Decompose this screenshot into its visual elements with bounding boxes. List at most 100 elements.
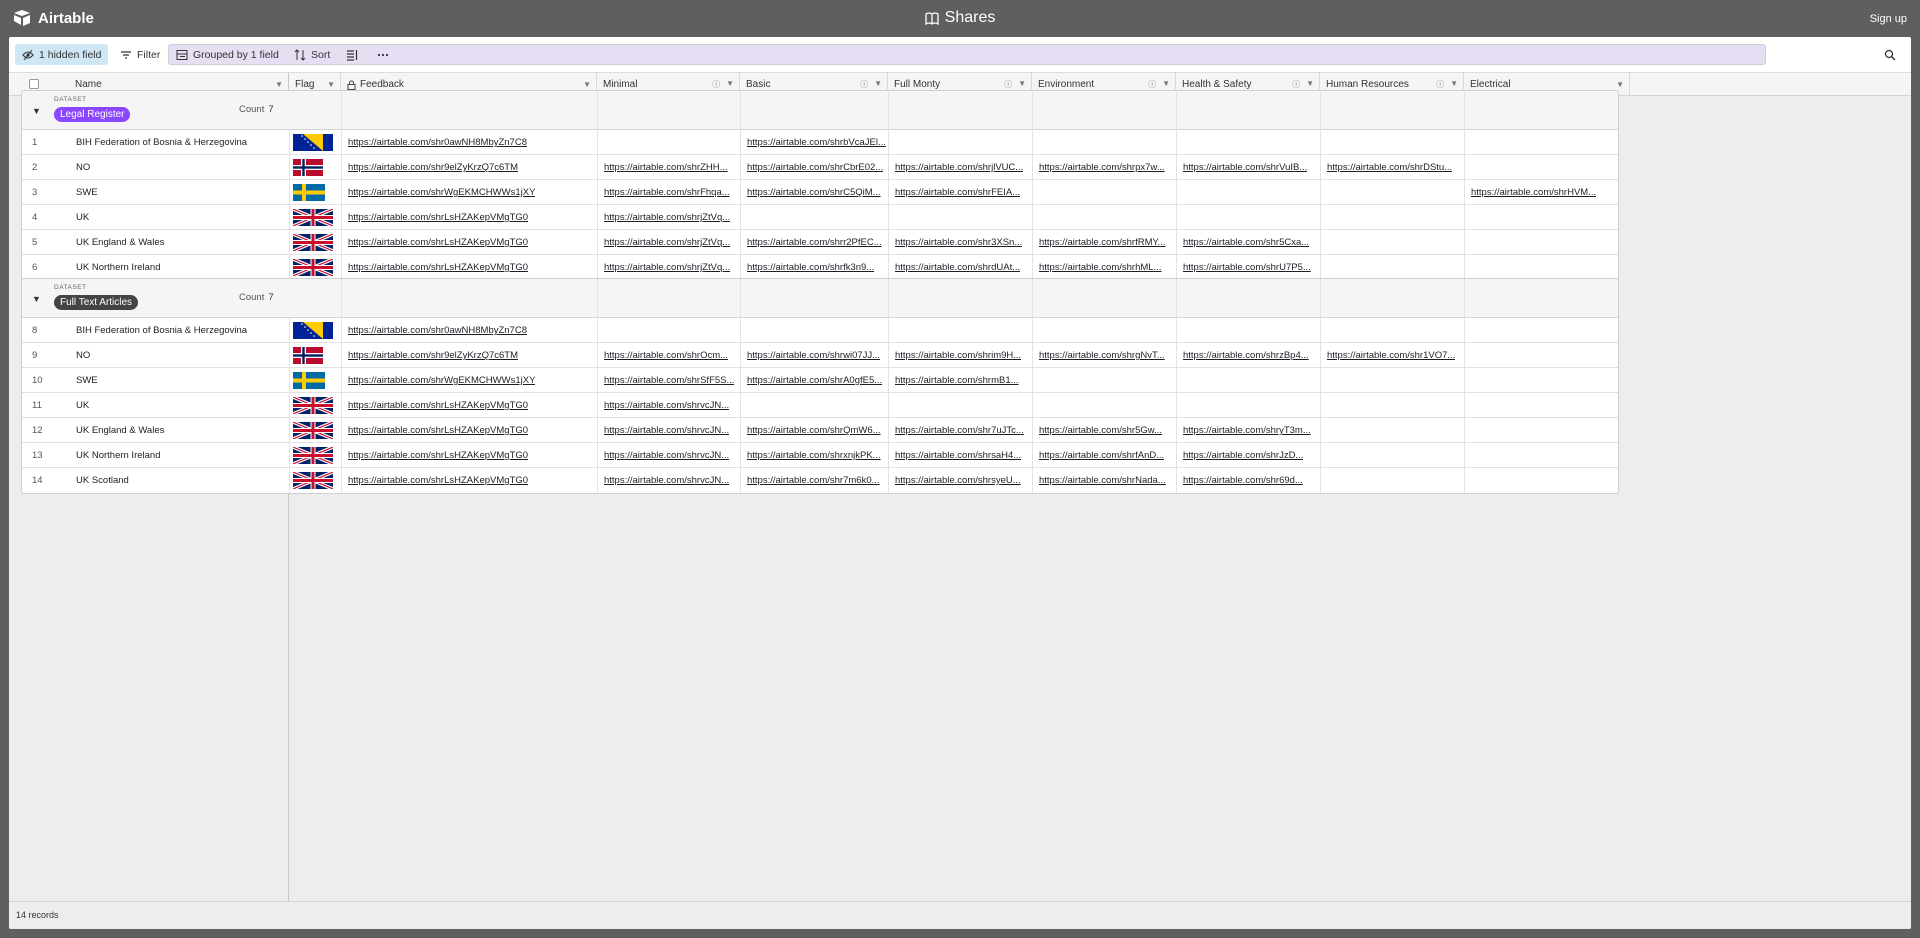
share-link[interactable]: https://airtable.com/shr0awNH8MbyZn7C8 (348, 325, 527, 336)
flag-cell[interactable] (290, 393, 342, 418)
electrical-cell[interactable] (1465, 318, 1618, 343)
share-link[interactable]: https://airtable.com/shr9elZyKrzQ7c6TM (348, 162, 518, 173)
share-link[interactable]: https://airtable.com/shrOcm... (604, 350, 728, 361)
share-link[interactable]: https://airtable.com/shr7m6k0... (747, 475, 880, 486)
share-link[interactable]: https://airtable.com/shrjlVUC... (895, 162, 1023, 173)
share-link[interactable]: https://airtable.com/shrdUAt... (895, 262, 1020, 273)
electrical-cell[interactable] (1465, 393, 1618, 418)
info-icon[interactable]: ⓘ (712, 79, 720, 90)
environment-cell[interactable] (1033, 368, 1177, 393)
share-link[interactable]: https://airtable.com/shrVuIB... (1183, 162, 1307, 173)
environment-cell[interactable] (1033, 180, 1177, 205)
human-resources-cell[interactable] (1321, 468, 1465, 493)
human-resources-cell[interactable] (1321, 443, 1465, 468)
minimal-cell[interactable]: https://airtable.com/shrjZtVq... (598, 230, 741, 255)
human-resources-cell[interactable] (1321, 230, 1465, 255)
share-link[interactable]: https://airtable.com/shrfk3n9... (747, 262, 874, 273)
share-link[interactable]: https://airtable.com/shrZHH... (604, 162, 728, 173)
share-link[interactable]: https://airtable.com/shrQmW6... (747, 425, 881, 436)
full-monty-cell[interactable] (889, 205, 1033, 230)
chevron-down-icon[interactable]: ▼ (874, 79, 882, 90)
share-link[interactable]: https://airtable.com/shrFhqa... (604, 187, 730, 198)
feedback-cell[interactable]: https://airtable.com/shrLsHZAKepVMgTG0 (342, 418, 598, 443)
name-cell[interactable]: BIH Federation of Bosnia & Herzegovina (70, 318, 290, 343)
info-icon[interactable]: ⓘ (1004, 79, 1012, 90)
environment-cell[interactable]: https://airtable.com/shr5Gw... (1033, 418, 1177, 443)
minimal-cell[interactable]: https://airtable.com/shrSfF5S... (598, 368, 741, 393)
share-link[interactable]: https://airtable.com/shrjZtVq... (604, 237, 730, 248)
share-link[interactable]: https://airtable.com/shrU7P5... (1183, 262, 1311, 273)
hidden-fields-button[interactable]: 1 hidden field (15, 44, 109, 65)
share-link[interactable]: https://airtable.com/shrLsHZAKepVMgTG0 (348, 262, 528, 273)
chevron-down-icon[interactable]: ▼ (275, 80, 283, 89)
full-monty-cell[interactable]: https://airtable.com/shr7uJTc... (889, 418, 1033, 443)
share-link[interactable]: https://airtable.com/shryT3m... (1183, 425, 1311, 436)
electrical-cell[interactable] (1465, 130, 1618, 155)
electrical-cell[interactable] (1465, 343, 1618, 368)
table-row[interactable]: 5 UK England & Wales https://airtable.com/… (22, 230, 1618, 255)
human-resources-cell[interactable] (1321, 130, 1465, 155)
share-link[interactable]: https://airtable.com/shrzBp4... (1183, 350, 1309, 361)
table-row[interactable]: 12 UK England & Wales https://airtable.com… (22, 418, 1618, 443)
chevron-down-icon[interactable]: ▼ (1018, 79, 1026, 90)
info-icon[interactable]: ⓘ (1148, 79, 1156, 90)
share-link[interactable]: https://airtable.com/shr1VO7... (1327, 350, 1455, 361)
chevron-down-icon[interactable]: ▼ (1162, 79, 1170, 90)
share-link[interactable]: https://airtable.com/shrFEIA... (895, 187, 1020, 198)
human-resources-cell[interactable] (1321, 393, 1465, 418)
human-resources-cell[interactable]: https://airtable.com/shr1VO7... (1321, 343, 1465, 368)
human-resources-cell[interactable] (1321, 255, 1465, 280)
environment-cell[interactable] (1033, 130, 1177, 155)
flag-cell[interactable] (290, 343, 342, 368)
feedback-cell[interactable]: https://airtable.com/shr0awNH8MbyZn7C8 (342, 318, 598, 343)
group-header[interactable]: ▼ DATASET Legal Register Count 7 (22, 91, 1618, 130)
more-options-button[interactable] (370, 44, 396, 65)
electrical-cell[interactable]: https://airtable.com/shrHVM... (1465, 180, 1618, 205)
name-cell[interactable]: UK Northern Ireland (70, 255, 290, 280)
feedback-cell[interactable]: https://airtable.com/shrLsHZAKepVMgTG0 (342, 393, 598, 418)
share-link[interactable]: https://airtable.com/shr0awNH8MbyZn7C8 (348, 137, 527, 148)
feedback-cell[interactable]: https://airtable.com/shrLsHZAKepVMgTG0 (342, 205, 598, 230)
info-icon[interactable]: ⓘ (1436, 79, 1444, 90)
share-link[interactable]: https://airtable.com/shrLsHZAKepVMgTG0 (348, 212, 528, 223)
filter-button[interactable]: Filter (113, 44, 167, 65)
name-cell[interactable]: UK Northern Ireland (70, 443, 290, 468)
full-monty-cell[interactable]: https://airtable.com/shrsyeU... (889, 468, 1033, 493)
health-safety-cell[interactable] (1177, 180, 1321, 205)
human-resources-cell[interactable] (1321, 418, 1465, 443)
share-link[interactable]: https://airtable.com/shr5Gw... (1039, 425, 1162, 436)
feedback-cell[interactable]: https://airtable.com/shrWgEKMCHWWs1jXY (342, 368, 598, 393)
table-row[interactable]: 13 UK Northern Ireland https://airtable.co… (22, 443, 1618, 468)
share-link[interactable]: https://airtable.com/shrDStu... (1327, 162, 1452, 173)
name-cell[interactable]: UK England & Wales (70, 230, 290, 255)
basic-cell[interactable] (741, 205, 889, 230)
share-link[interactable]: https://airtable.com/shrSfF5S... (604, 375, 734, 386)
health-safety-cell[interactable] (1177, 368, 1321, 393)
table-row[interactable]: 6 UK Northern Ireland https://airtable.com… (22, 255, 1618, 280)
environment-cell[interactable]: https://airtable.com/shrgNvT... (1033, 343, 1177, 368)
chevron-down-icon[interactable]: ▼ (1450, 79, 1458, 90)
share-link[interactable]: https://airtable.com/shrmB1... (895, 375, 1019, 386)
select-all-checkbox[interactable] (29, 79, 39, 89)
minimal-cell[interactable] (598, 130, 741, 155)
full-monty-cell[interactable]: https://airtable.com/shrdUAt... (889, 255, 1033, 280)
sort-button[interactable]: Sort (287, 44, 337, 65)
human-resources-cell[interactable]: https://airtable.com/shrDStu... (1321, 155, 1465, 180)
minimal-cell[interactable]: https://airtable.com/shrFhqa... (598, 180, 741, 205)
electrical-cell[interactable] (1465, 230, 1618, 255)
name-cell[interactable]: UK England & Wales (70, 418, 290, 443)
share-link[interactable]: https://airtable.com/shrWgEKMCHWWs1jXY (348, 375, 535, 386)
table-row[interactable]: 9 NO https://airtable.com/shr9elZyKrzQ7c6T… (22, 343, 1618, 368)
share-link[interactable]: https://airtable.com/shrvcJN... (604, 450, 729, 461)
share-link[interactable]: https://airtable.com/shrA0gfE5... (747, 375, 882, 386)
flag-cell[interactable] (290, 130, 342, 155)
share-link[interactable]: https://airtable.com/shr69d... (1183, 475, 1303, 486)
name-cell[interactable]: NO (70, 343, 290, 368)
environment-cell[interactable]: https://airtable.com/shrhML... (1033, 255, 1177, 280)
electrical-cell[interactable] (1465, 155, 1618, 180)
share-link[interactable]: https://airtable.com/shrwi07JJ... (747, 350, 880, 361)
table-row[interactable]: 1 BIH Federation of Bosnia & Herzegovina h… (22, 130, 1618, 155)
minimal-cell[interactable]: https://airtable.com/shrvcJN... (598, 443, 741, 468)
share-link[interactable]: https://airtable.com/shrCbrE02... (747, 162, 883, 173)
flag-cell[interactable] (290, 155, 342, 180)
